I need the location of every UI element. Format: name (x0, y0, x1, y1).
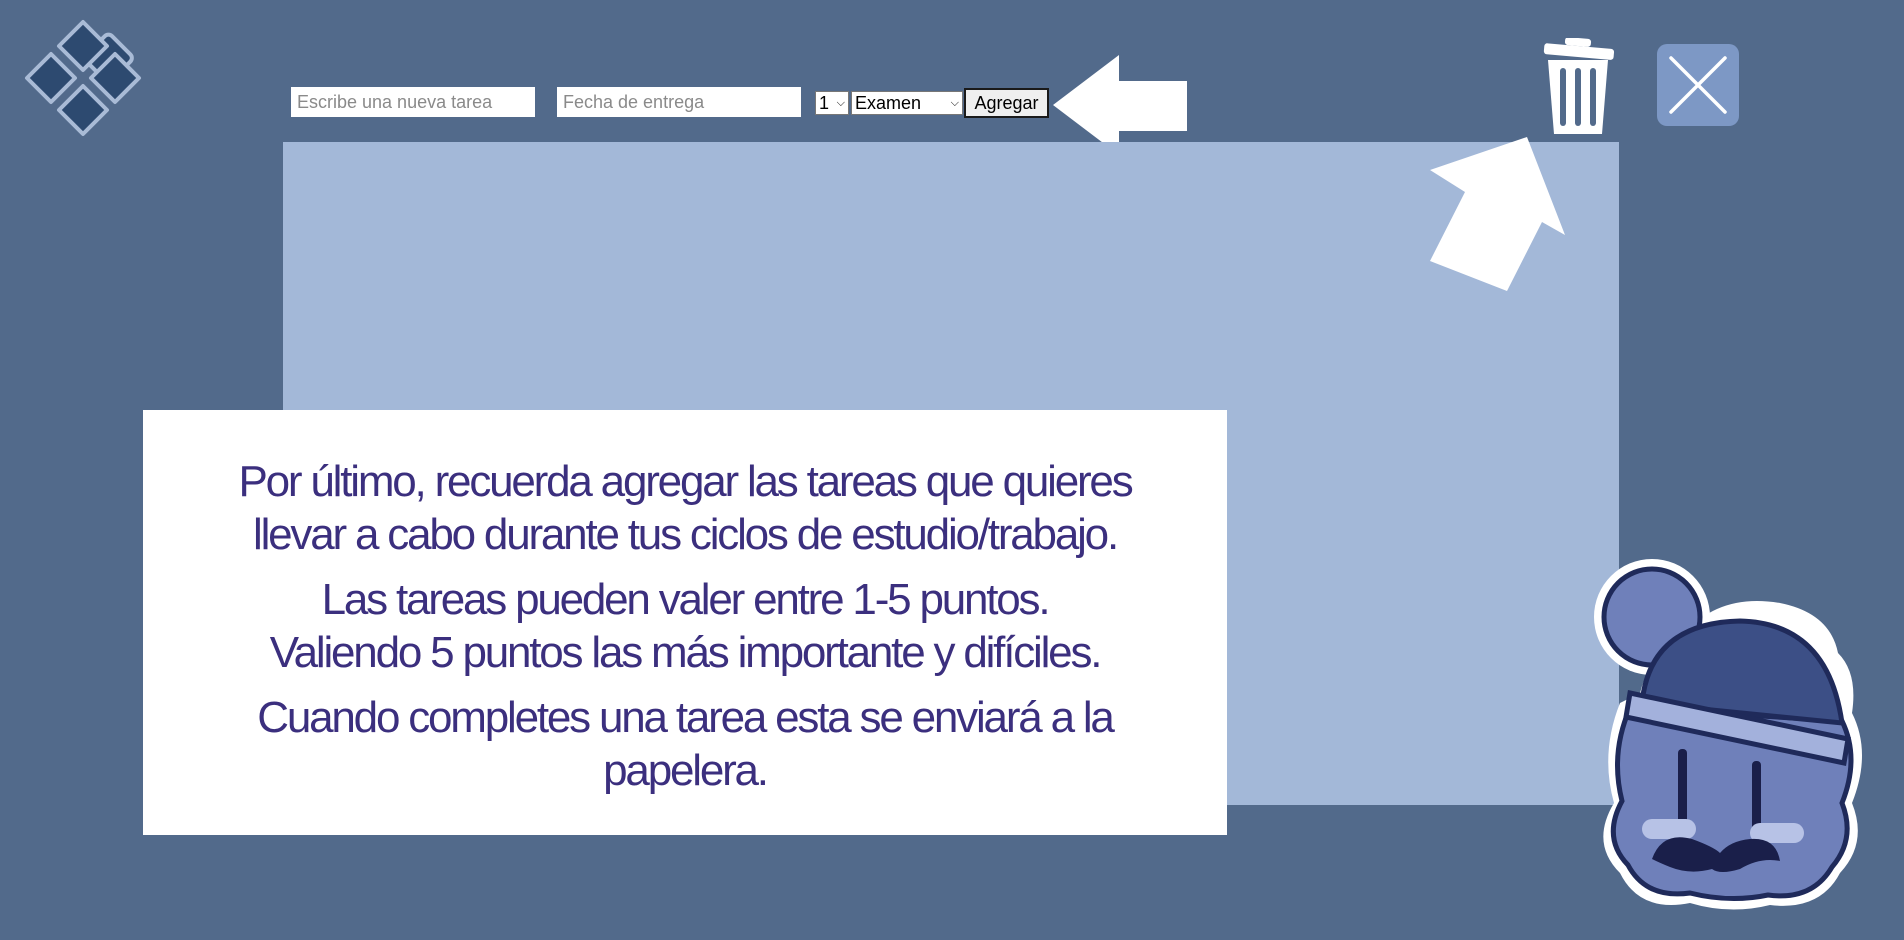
chevron-down-icon: ⌵ (950, 96, 959, 109)
due-date-input[interactable] (557, 87, 801, 117)
tutorial-line: Cuando completes una tarea esta se envia… (257, 693, 1115, 742)
category-select-value: Examen (855, 92, 922, 113)
points-select-value: 1 (819, 92, 830, 113)
add-task-button[interactable]: Agregar (964, 88, 1049, 118)
tutorial-line: Por último, recuerda agregar las tareas … (238, 457, 1133, 506)
chevron-down-icon: ⌵ (836, 96, 845, 109)
tutorial-dialog: Por último, recuerda agregar las tareas … (143, 410, 1227, 835)
tutorial-line: papelera. (603, 746, 769, 795)
tutorial-line: Las tareas pueden valer entre 1-5 puntos… (321, 575, 1051, 624)
close-icon (1669, 56, 1727, 114)
tutorial-paragraph-2: Las tareas pueden valer entre 1-5 puntos… (143, 573, 1227, 679)
points-select[interactable]: 1 ⌵ (815, 91, 849, 115)
diamond-grid-icon (25, 20, 141, 136)
tutorial-paragraph-1: Por último, recuerda agregar las tareas … (143, 455, 1227, 561)
close-button[interactable] (1657, 44, 1739, 126)
tutorial-paragraph-3: Cuando completes una tarea esta se envia… (143, 691, 1227, 797)
tutorial-line: llevar a cabo durante tus ciclos de estu… (253, 510, 1119, 559)
tutorial-line: Valiendo 5 puntos las más importante y d… (269, 628, 1103, 677)
category-select[interactable]: Examen ⌵ (851, 91, 963, 115)
arrow-left-icon (1053, 55, 1187, 155)
trash-icon[interactable] (1538, 38, 1618, 136)
arrow-up-icon (1430, 137, 1565, 291)
task-input[interactable] (291, 87, 535, 117)
mascot-character (1594, 559, 1862, 910)
